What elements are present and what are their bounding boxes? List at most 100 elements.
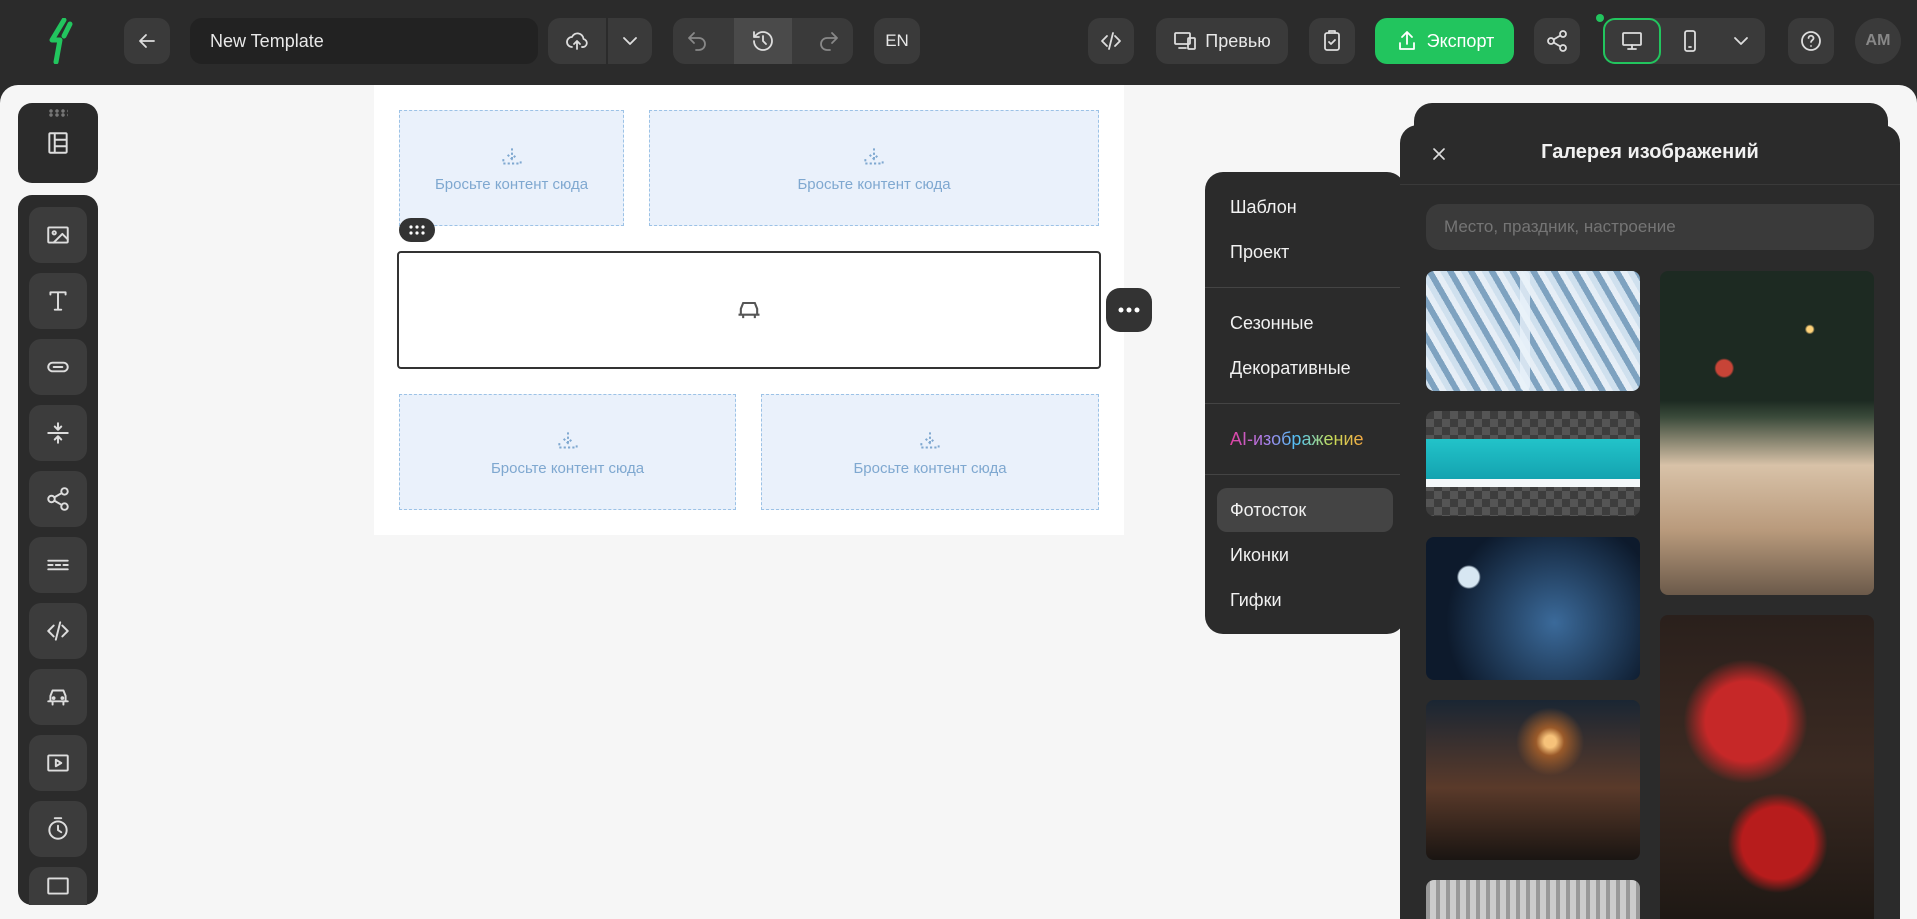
- menu-item-icons[interactable]: Иконки: [1230, 545, 1289, 566]
- image-source-menu: Шаблон Проект Сезонные Декоративные AI-и…: [1205, 172, 1405, 634]
- grid-dots-icon: [409, 225, 425, 235]
- desktop-icon: [1622, 32, 1642, 50]
- save-cloud-group: [548, 18, 652, 64]
- status-dot: [1596, 14, 1604, 22]
- share-button[interactable]: [1534, 18, 1580, 64]
- car-icon: [47, 689, 69, 706]
- drag-handle-icon[interactable]: [48, 109, 68, 117]
- redo-icon[interactable]: [817, 29, 841, 53]
- export-button[interactable]: Экспорт: [1375, 18, 1514, 64]
- mobile-view-button[interactable]: [1661, 18, 1719, 64]
- download-icon: [920, 431, 940, 448]
- clipboard-button[interactable]: [1309, 18, 1355, 64]
- gallery-image-snowy-street[interactable]: [1426, 700, 1640, 860]
- devices-icon: [1174, 32, 1197, 50]
- desktop-view-button[interactable]: [1603, 18, 1661, 64]
- mobile-icon: [1684, 30, 1696, 52]
- video-icon: [47, 754, 69, 772]
- undo-icon[interactable]: [685, 29, 709, 53]
- preview-button[interactable]: Превью: [1156, 18, 1288, 64]
- menu-item-template[interactable]: Шаблон: [1230, 197, 1297, 218]
- banner-block-button[interactable]: [29, 867, 87, 905]
- templates-button[interactable]: [43, 128, 73, 158]
- selected-amp-block[interactable]: [397, 251, 1101, 369]
- top-toolbar: New Template EN Превью Экспорт AM: [0, 0, 1917, 82]
- social-block-button[interactable]: [29, 471, 87, 527]
- car-icon: [738, 301, 760, 319]
- amp-block-button[interactable]: [29, 669, 87, 725]
- drop-zone[interactable]: Бросьте контент сюда: [399, 394, 736, 510]
- drop-text: Бросьте контент сюда: [490, 459, 645, 477]
- text-icon: [49, 291, 67, 311]
- image-block-button[interactable]: [29, 207, 87, 263]
- menu-item-gifs[interactable]: Гифки: [1230, 590, 1282, 611]
- gallery-image-christmas-gifts[interactable]: [1660, 271, 1874, 595]
- avatar[interactable]: AM: [1855, 18, 1901, 64]
- template-name-text: New Template: [210, 30, 324, 51]
- gallery-image-night-moon[interactable]: [1426, 537, 1640, 680]
- share-icon: [47, 487, 69, 511]
- help-button[interactable]: [1788, 18, 1834, 64]
- timer-icon: [48, 817, 68, 840]
- chevron-down-icon: [623, 37, 637, 45]
- email-body: Бросьте контент сюда Бросьте контент сюд…: [374, 85, 1124, 535]
- gallery-image-snowy-forest[interactable]: [1426, 271, 1640, 391]
- template-name-field[interactable]: New Template: [190, 18, 538, 64]
- code-view-button[interactable]: [1088, 18, 1134, 64]
- gallery-divider: [1400, 184, 1900, 185]
- text-block-button[interactable]: [29, 273, 87, 329]
- button-icon: [47, 361, 69, 373]
- video-block-button[interactable]: [29, 735, 87, 791]
- drop-zone[interactable]: Бросьте контент сюда: [761, 394, 1099, 510]
- back-button[interactable]: [124, 18, 170, 64]
- app-logo[interactable]: [44, 17, 80, 65]
- history-group: [673, 18, 853, 64]
- menu-item-photostock[interactable]: Фотосток: [1230, 500, 1306, 521]
- row-drag-handle[interactable]: [399, 218, 435, 242]
- drop-text: Бросьте контент сюда: [797, 175, 951, 193]
- layout-toolbar: [18, 103, 98, 183]
- chevron-down-icon: [1734, 37, 1748, 45]
- preview-label: Превью: [1205, 30, 1271, 51]
- timer-block-button[interactable]: [29, 801, 87, 857]
- menu-divider: [1205, 474, 1405, 475]
- language-button[interactable]: EN: [874, 18, 920, 64]
- view-options-dropdown[interactable]: [1719, 18, 1763, 64]
- history-icon: [753, 31, 773, 51]
- road-stripe: [1520, 271, 1530, 391]
- menu-item-seasonal[interactable]: Сезонные: [1230, 313, 1314, 334]
- gallery-search-input[interactable]: [1426, 204, 1874, 250]
- spacer-block-button[interactable]: [29, 405, 87, 461]
- cloud-upload-icon: [566, 32, 588, 50]
- menu-item-ai-image[interactable]: AI-изображение: [1230, 429, 1364, 450]
- gallery-title: Галерея изображений: [1541, 141, 1759, 163]
- device-group: [1603, 18, 1765, 64]
- drop-text: Бросьте контент сюда: [434, 175, 589, 193]
- download-icon: [501, 147, 522, 164]
- drop-text: Бросьте контент сюда: [853, 459, 1007, 477]
- menu-divider: [1205, 287, 1405, 288]
- block-more-button[interactable]: [1106, 288, 1152, 332]
- history-button[interactable]: [733, 18, 792, 64]
- drop-zone[interactable]: Бросьте контент сюда: [649, 110, 1099, 226]
- divider-icon: [47, 559, 69, 571]
- gallery-image-red-bow[interactable]: [1660, 615, 1874, 919]
- cloud-upload-button[interactable]: [548, 18, 606, 64]
- share-icon: [1547, 30, 1567, 52]
- gallery-image-winter-trees[interactable]: [1426, 880, 1640, 919]
- button-block-button[interactable]: [29, 339, 87, 395]
- arrow-left-icon: [139, 34, 155, 48]
- html-block-button[interactable]: [29, 603, 87, 659]
- download-icon: [864, 147, 884, 164]
- more-horizontal-icon: [1118, 307, 1140, 313]
- blocks-toolbar: [18, 195, 98, 905]
- drop-zone[interactable]: Бросьте контент сюда: [399, 110, 624, 226]
- clipboard-check-icon: [1324, 30, 1340, 51]
- menu-item-decorative[interactable]: Декоративные: [1230, 358, 1351, 379]
- menu-divider: [1205, 403, 1405, 404]
- divider-block-button[interactable]: [29, 537, 87, 593]
- image-gallery-panel: Галерея изображений: [1400, 125, 1900, 919]
- save-options-dropdown[interactable]: [608, 18, 652, 64]
- gallery-image-teal-banner[interactable]: [1426, 411, 1640, 516]
- menu-item-project[interactable]: Проект: [1230, 242, 1289, 263]
